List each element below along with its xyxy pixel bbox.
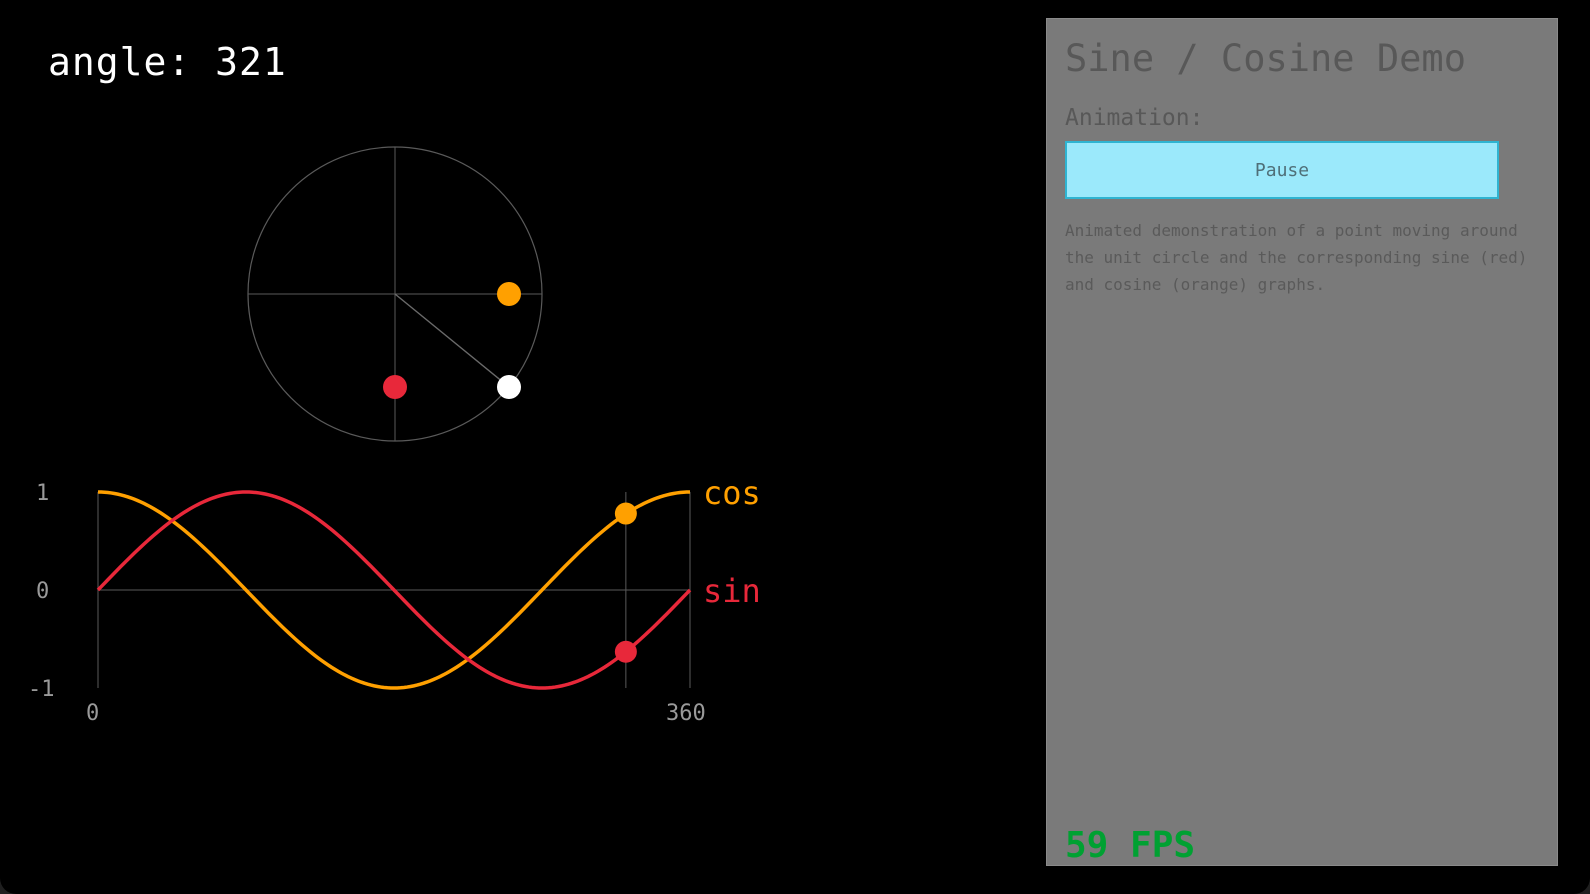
sin-cos-graph: 1 0 -1 0 360 cos sin (28, 474, 761, 726)
fps-counter: 59 FPS (1065, 825, 1196, 866)
description-text: Animated demonstration of a point moving… (1065, 221, 1528, 294)
y-tick-label-1: 1 (36, 481, 49, 506)
y-tick-label-0: 0 (36, 579, 49, 604)
unit-circle (247, 146, 543, 442)
sine-projection-point (383, 375, 407, 399)
x-tick-label-0: 0 (86, 701, 99, 726)
pause-button[interactable]: Pause (1065, 141, 1499, 199)
demo-canvas: angle: 321 1 0 -1 0 360 cos sin Sine / C… (0, 0, 1590, 894)
animation-label: Animation: (1065, 105, 1204, 131)
control-panel: Sine / Cosine Demo Animation: Pause Anim… (1046, 18, 1558, 866)
cos-series-label: cos (703, 474, 761, 512)
panel-title: Sine / Cosine Demo (1065, 37, 1466, 80)
visualization-svg: 1 0 -1 0 360 cos sin (28, 146, 761, 726)
sin-series-label: sin (703, 572, 761, 610)
x-tick-label-360: 360 (666, 701, 706, 726)
cosine-current-point (614, 502, 637, 525)
radius-line (394, 293, 510, 388)
sine-current-point (614, 640, 637, 663)
cosine-projection-point (497, 282, 521, 306)
y-tick-label-minus-1: -1 (28, 677, 55, 702)
circle-moving-point (497, 375, 521, 399)
